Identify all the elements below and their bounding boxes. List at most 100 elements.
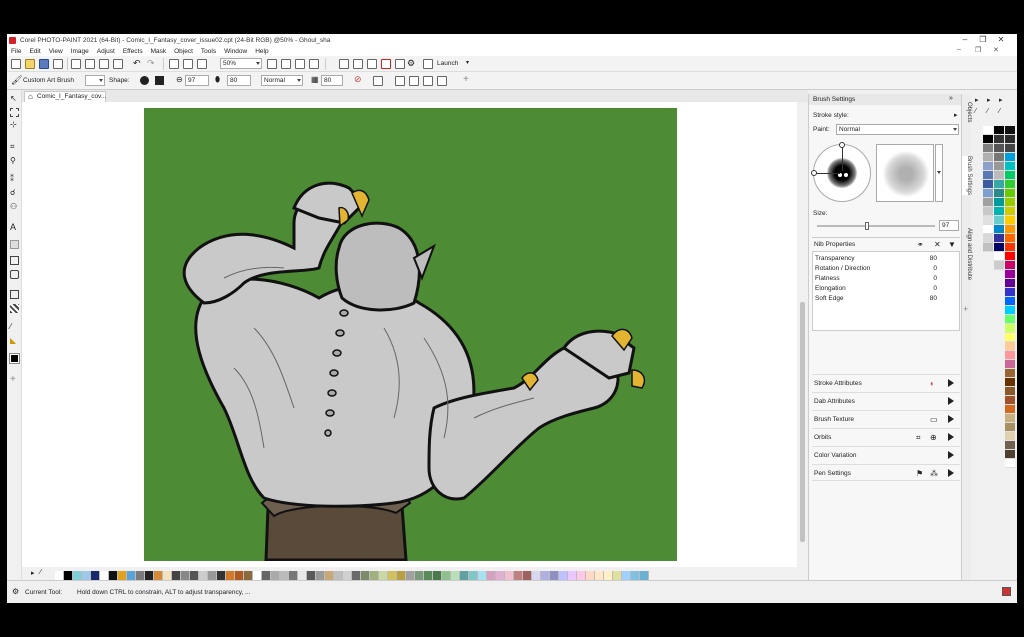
menu-file[interactable]: File <box>11 48 21 55</box>
color-swatch[interactable] <box>1005 378 1015 387</box>
menu-window[interactable]: Window <box>224 48 247 55</box>
soft-edge-input[interactable]: 80 <box>321 75 343 86</box>
vertical-scrollbar[interactable] <box>797 102 808 567</box>
color-swatch[interactable] <box>343 571 352 580</box>
paste-special-icon[interactable] <box>113 59 123 69</box>
effect-tool-icon[interactable] <box>10 290 19 299</box>
menu-tools[interactable]: Tools <box>201 48 216 55</box>
nib-row-flatness[interactable]: Flatness 0 <box>815 274 957 284</box>
color-swatch[interactable] <box>568 571 577 580</box>
rotate-icon[interactable]: ⊘ <box>354 74 362 85</box>
launch-icon[interactable] <box>423 59 433 69</box>
orbits-icon[interactable]: ⌗ <box>916 429 921 446</box>
color-swatch[interactable] <box>424 571 433 580</box>
undo-icon[interactable]: ↶ <box>133 58 141 69</box>
pen-bearing-icon[interactable] <box>423 76 433 86</box>
rotation-dial[interactable] <box>811 142 871 202</box>
color-swatch[interactable] <box>983 135 993 144</box>
color-swatch[interactable] <box>181 571 190 580</box>
color-swatch[interactable] <box>1005 315 1015 324</box>
paint-tool-icon[interactable] <box>10 240 19 249</box>
nib-prop-value[interactable]: 80 <box>930 254 937 264</box>
color-swatch[interactable] <box>994 243 1004 252</box>
color-swatch[interactable] <box>1005 243 1015 252</box>
section-dab-attributes[interactable]: Dab Attributes <box>812 392 960 409</box>
palette-eyedropper-icon[interactable]: ⁄ <box>40 569 41 576</box>
cut-icon[interactable] <box>71 59 81 69</box>
color-swatch[interactable] <box>1005 387 1015 396</box>
color-swatch[interactable] <box>478 571 487 580</box>
color-swatch[interactable] <box>604 571 613 580</box>
color-swatch[interactable] <box>631 571 640 580</box>
texture-icon[interactable] <box>373 76 383 86</box>
color-swatch[interactable] <box>271 571 280 580</box>
stroke-style-chevron-icon[interactable]: ▸ <box>954 111 958 119</box>
docker-tab-brush-settings[interactable]: Brush Settings <box>962 156 972 196</box>
color-swatch[interactable] <box>370 571 379 580</box>
nib-row-transparency[interactable]: Transparency 80 <box>815 254 957 264</box>
color-swatch[interactable] <box>226 571 235 580</box>
zoom-fit-icon[interactable] <box>281 59 291 69</box>
doc-minimize-button[interactable]: – <box>957 46 961 56</box>
color-swatch-icon[interactable] <box>9 353 20 364</box>
object-marquee-icon[interactable] <box>367 59 377 69</box>
color-swatch[interactable] <box>325 571 334 580</box>
color-swatch[interactable] <box>127 571 136 580</box>
color-swatch[interactable] <box>1005 171 1015 180</box>
color-swatch[interactable] <box>983 216 993 225</box>
section-stroke-attributes[interactable]: Stroke Attributes ◐ <box>812 374 960 391</box>
color-swatch[interactable] <box>983 180 993 189</box>
color-swatch[interactable] <box>163 571 172 580</box>
color-swatch[interactable] <box>1005 189 1015 198</box>
size-input[interactable]: 97 <box>185 75 209 86</box>
color-swatch[interactable] <box>994 153 1004 162</box>
pick-tool-icon[interactable]: ↖ <box>10 94 19 103</box>
section-brush-texture[interactable]: Brush Texture ▭ <box>812 410 960 427</box>
color-swatch[interactable] <box>1005 306 1015 315</box>
color-swatch[interactable] <box>1005 369 1015 378</box>
color-swatch[interactable] <box>118 571 127 580</box>
color-swatch[interactable] <box>1005 432 1015 441</box>
save-icon[interactable] <box>39 59 49 69</box>
color-swatch[interactable] <box>994 126 1004 135</box>
mask-marquee-icon[interactable] <box>339 59 349 69</box>
color-swatch[interactable] <box>613 571 622 580</box>
panel-menu-icon[interactable]: » <box>949 95 953 102</box>
color-swatch[interactable] <box>361 571 370 580</box>
nib-prop-value[interactable]: 0 <box>933 284 937 294</box>
color-swatch[interactable] <box>1005 441 1015 450</box>
color-swatch[interactable] <box>415 571 424 580</box>
eraser-tool-icon[interactable] <box>10 270 19 279</box>
pen-icon[interactable]: ⚑ <box>916 465 923 482</box>
color-swatch[interactable] <box>406 571 415 580</box>
color-swatch[interactable] <box>298 571 307 580</box>
color-swatch[interactable] <box>505 571 514 580</box>
zoom-height-icon[interactable] <box>309 59 319 69</box>
color-swatch[interactable] <box>1005 153 1015 162</box>
launch-label[interactable]: Launch <box>437 60 458 67</box>
orbits-toggle-icon[interactable]: ⊕ <box>930 429 937 446</box>
color-swatch[interactable] <box>451 571 460 580</box>
section-color-variation[interactable]: Color Variation <box>812 446 960 463</box>
launch-chevron-icon[interactable]: ▾ <box>466 59 469 66</box>
snap-icon[interactable] <box>395 59 405 69</box>
color-swatch[interactable] <box>469 571 478 580</box>
color-swatch[interactable] <box>82 571 91 580</box>
color-swatch[interactable] <box>109 571 118 580</box>
color-swatch[interactable] <box>190 571 199 580</box>
color-swatch[interactable] <box>460 571 469 580</box>
color-swatch[interactable] <box>1005 360 1015 369</box>
color-swatch[interactable] <box>983 234 993 243</box>
color-swatch[interactable] <box>994 207 1004 216</box>
color-swatch[interactable] <box>983 189 993 198</box>
section-orbits[interactable]: Orbits ⌗ ⊕ <box>812 428 960 445</box>
palette-arrow-icon[interactable]: ▸ <box>31 569 35 577</box>
color-swatch[interactable] <box>1005 252 1015 261</box>
color-swatch[interactable] <box>994 144 1004 153</box>
mask-overlay-icon[interactable] <box>353 59 363 69</box>
transparency-tool-icon[interactable] <box>10 304 19 313</box>
clone-tool-icon[interactable]: ⚇ <box>10 202 19 211</box>
menu-view[interactable]: View <box>49 48 63 55</box>
color-swatch[interactable] <box>55 571 64 580</box>
expand-arrow-icon[interactable] <box>948 451 954 459</box>
